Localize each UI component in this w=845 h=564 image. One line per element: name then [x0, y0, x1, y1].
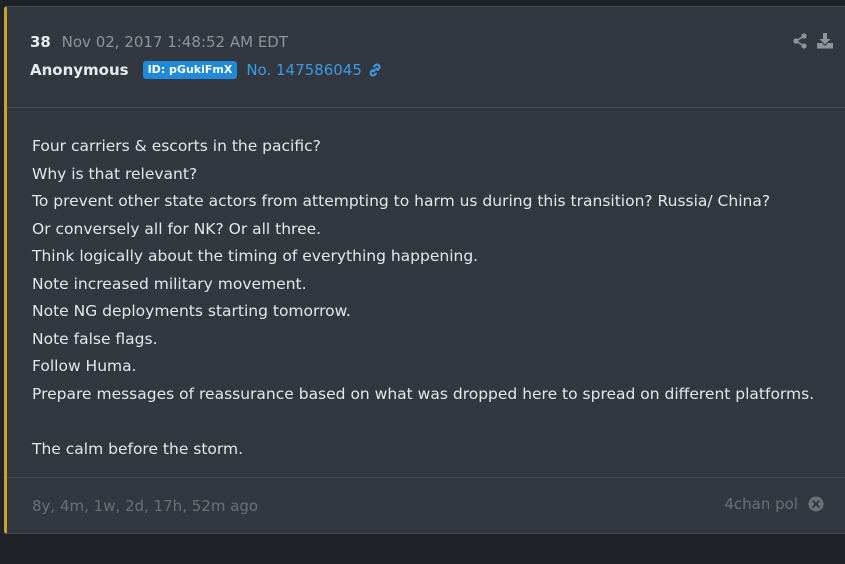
post-author-row: Anonymous ID: pGukiFmX No. 147586045: [30, 61, 383, 79]
post-header: 38 Nov 02, 2017 1:48:52 AM EDT Anonymous…: [7, 7, 845, 108]
post-number: 38: [30, 33, 51, 51]
post-line: Follow Huma.: [32, 357, 137, 375]
post-line: Think logically about the timing of ever…: [32, 247, 479, 265]
time-ago: 8y, 4m, 1w, 2d, 17h, 52m ago: [32, 497, 259, 515]
share-icon[interactable]: [792, 33, 808, 49]
id-badge[interactable]: ID: pGukiFmX: [142, 61, 238, 79]
post-actions: [792, 33, 834, 49]
post-line: Note false flags.: [32, 329, 158, 348]
post-meta: 38 Nov 02, 2017 1:48:52 AM EDT: [30, 33, 288, 51]
post-source: 4chan pol: [724, 495, 824, 513]
post-line: To prevent other state actors from attem…: [32, 192, 771, 210]
post-line: Or conversely all for NK? Or all three.: [32, 219, 322, 238]
post-line: Note NG deployments starting tomorrow.: [32, 302, 351, 320]
post-timestamp: Nov 02, 2017 1:48:52 AM EDT: [61, 33, 289, 51]
download-icon[interactable]: [816, 33, 834, 49]
post-line: Prepare messages of reassurance based on…: [32, 384, 815, 403]
author-name: Anonymous: [30, 61, 129, 79]
link-icon[interactable]: [367, 62, 383, 78]
close-circle-icon[interactable]: [808, 496, 824, 512]
post-line: Why is that relevant?: [32, 164, 198, 183]
source-label: 4chan pol: [724, 495, 798, 513]
post-body: Four carriers & escorts in the pacific? …: [32, 133, 828, 463]
post-line: Four carriers & escorts in the pacific?: [32, 137, 321, 155]
post-line: The calm before the storm.: [32, 439, 244, 458]
post-footer: 8y, 4m, 1w, 2d, 17h, 52m ago 4chan pol: [7, 477, 845, 536]
post-line-blank: [32, 408, 828, 436]
post-number-link[interactable]: No. 147586045: [246, 61, 362, 79]
post-line: Note increased military movement.: [32, 274, 307, 293]
post-card: 38 Nov 02, 2017 1:48:52 AM EDT Anonymous…: [4, 6, 845, 534]
